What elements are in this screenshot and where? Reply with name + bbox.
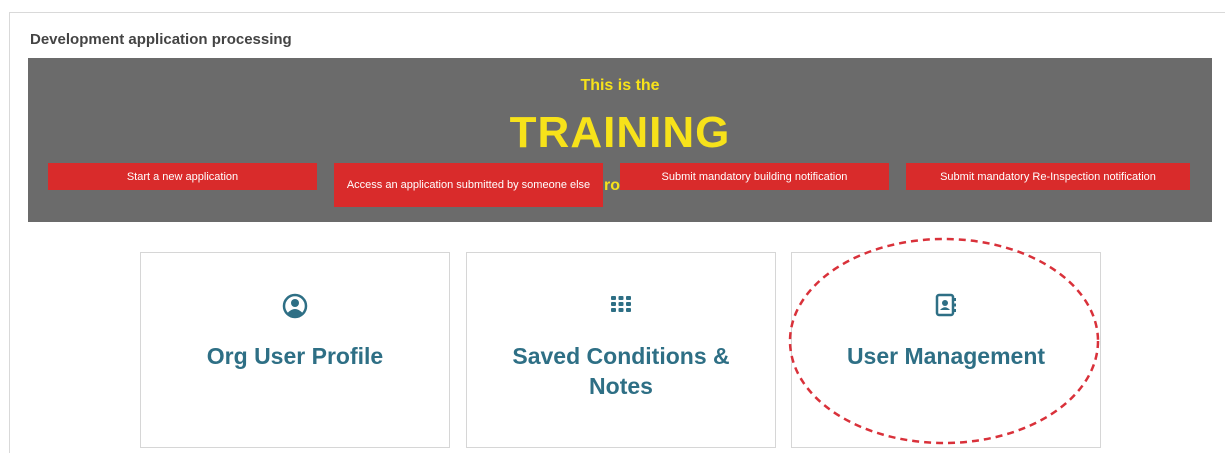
saved-conditions-notes-card[interactable]: Saved Conditions & Notes <box>466 252 776 448</box>
card-title: Org User Profile <box>206 343 384 369</box>
banner-line-1: This is the <box>580 77 660 94</box>
submit-reinspection-notification-button[interactable]: Submit mandatory Re-Inspection notificat… <box>906 163 1190 190</box>
org-user-profile-card[interactable]: Org User Profile <box>140 252 450 448</box>
section-title: Development application processing <box>30 31 292 48</box>
training-banner: This is the TRAINING environment Start a… <box>28 58 1212 222</box>
banner-line-2: TRAINING <box>509 108 731 157</box>
card-title: User Management <box>846 343 1046 369</box>
user-management-card[interactable]: User Management <box>791 252 1101 448</box>
access-application-button[interactable]: Access an application submitted by someo… <box>334 163 603 207</box>
start-new-application-button[interactable]: Start a new application <box>48 163 317 190</box>
user-circle-icon <box>141 293 449 319</box>
address-book-icon <box>792 293 1100 317</box>
submit-building-notification-button[interactable]: Submit mandatory building notification <box>620 163 889 190</box>
card-title: Saved Conditions & Notes <box>512 343 730 399</box>
grid-icon <box>467 293 775 315</box>
